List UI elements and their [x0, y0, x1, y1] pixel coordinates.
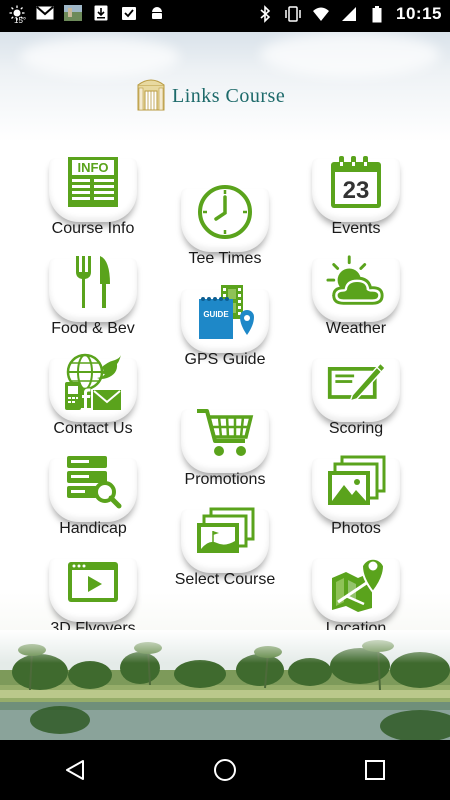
menu-course-info[interactable]: INFO Course Info [31, 152, 155, 252]
menu-label: Scoring [328, 420, 384, 437]
vibrate-icon [284, 5, 302, 23]
contact-social-icon [63, 352, 123, 412]
menu-label: Tee Times [188, 250, 262, 267]
recents-square-icon [365, 760, 385, 780]
menu-tee-times[interactable]: Tee Times [163, 182, 287, 282]
back-triangle-icon [66, 760, 84, 780]
clock-time: 10:15 [396, 4, 442, 23]
app-main: Links Course INFO Course Info Food & Bev… [0, 32, 450, 740]
menu-label: Select Course [174, 571, 276, 588]
calendar-day-text: 23 [343, 177, 370, 204]
wifi-icon [312, 5, 330, 23]
menu-label: Promotions [184, 471, 266, 488]
course-logo: Links Course [136, 77, 285, 116]
photo-thumbnail-icon [64, 4, 82, 22]
photo-stack-icon [195, 503, 255, 563]
calendar-icon: 23 [326, 152, 386, 212]
temperature-text: 15° [14, 16, 27, 25]
navigation-bar [0, 740, 450, 800]
menu-handicap[interactable]: Handicap [31, 452, 155, 552]
app-title: Links Course [172, 85, 286, 107]
fork-knife-icon [63, 252, 123, 312]
menu-label: Food & Bev [51, 320, 135, 337]
info-newspaper-icon: INFO [63, 152, 123, 212]
database-search-icon [63, 452, 123, 512]
weather-sun-cloud-icon [326, 252, 386, 312]
shopping-cart-icon [195, 403, 255, 463]
photos-icon [326, 452, 386, 512]
menu-weather[interactable]: Weather [294, 252, 418, 352]
menu-contact-us[interactable]: Contact Us [31, 352, 155, 452]
menu-scoring[interactable]: Scoring [294, 352, 418, 452]
map-pin-icon [326, 552, 386, 612]
golf-course-landscape-image [0, 630, 450, 740]
menu-food-bev[interactable]: Food & Bev [31, 252, 155, 352]
recents-button[interactable] [345, 740, 405, 800]
back-button[interactable] [45, 740, 105, 800]
video-play-icon [63, 552, 123, 612]
menu-label: Handicap [59, 520, 127, 537]
android-icon [148, 4, 166, 22]
clock-icon [195, 182, 255, 242]
menu-select-course[interactable]: Select Course [163, 503, 287, 603]
menu-label: Contact Us [53, 420, 133, 437]
gps-guide-icon: GUIDE [195, 283, 255, 343]
menu-label: Events [331, 220, 381, 237]
scorecard-pencil-icon [326, 352, 386, 412]
bluetooth-icon [256, 5, 274, 23]
home-button[interactable] [195, 740, 255, 800]
gmail-icon [36, 4, 54, 22]
home-circle-icon [214, 759, 236, 781]
battery-icon [368, 5, 386, 23]
menu-label: Photos [331, 520, 381, 537]
gate-logo-icon [136, 77, 166, 116]
menu-events[interactable]: 23 Events [294, 152, 418, 252]
status-bar: 15° 10:15 [0, 0, 450, 32]
download-icon [92, 4, 110, 22]
menu-label: GPS Guide [184, 351, 266, 368]
cloud-decoration [260, 32, 440, 77]
menu-gps-guide[interactable]: GUIDE GPS Guide [163, 283, 287, 383]
guide-badge-text: GUIDE [203, 310, 229, 319]
menu-label: Course Info [51, 220, 135, 237]
clipboard-check-icon [120, 4, 138, 22]
cloud-decoration [20, 37, 180, 77]
menu-label: Weather [325, 320, 387, 337]
info-badge-text: INFO [77, 160, 108, 175]
cellular-signal-icon [340, 5, 358, 23]
menu-photos[interactable]: Photos [294, 452, 418, 552]
menu-promotions[interactable]: Promotions [163, 403, 287, 503]
